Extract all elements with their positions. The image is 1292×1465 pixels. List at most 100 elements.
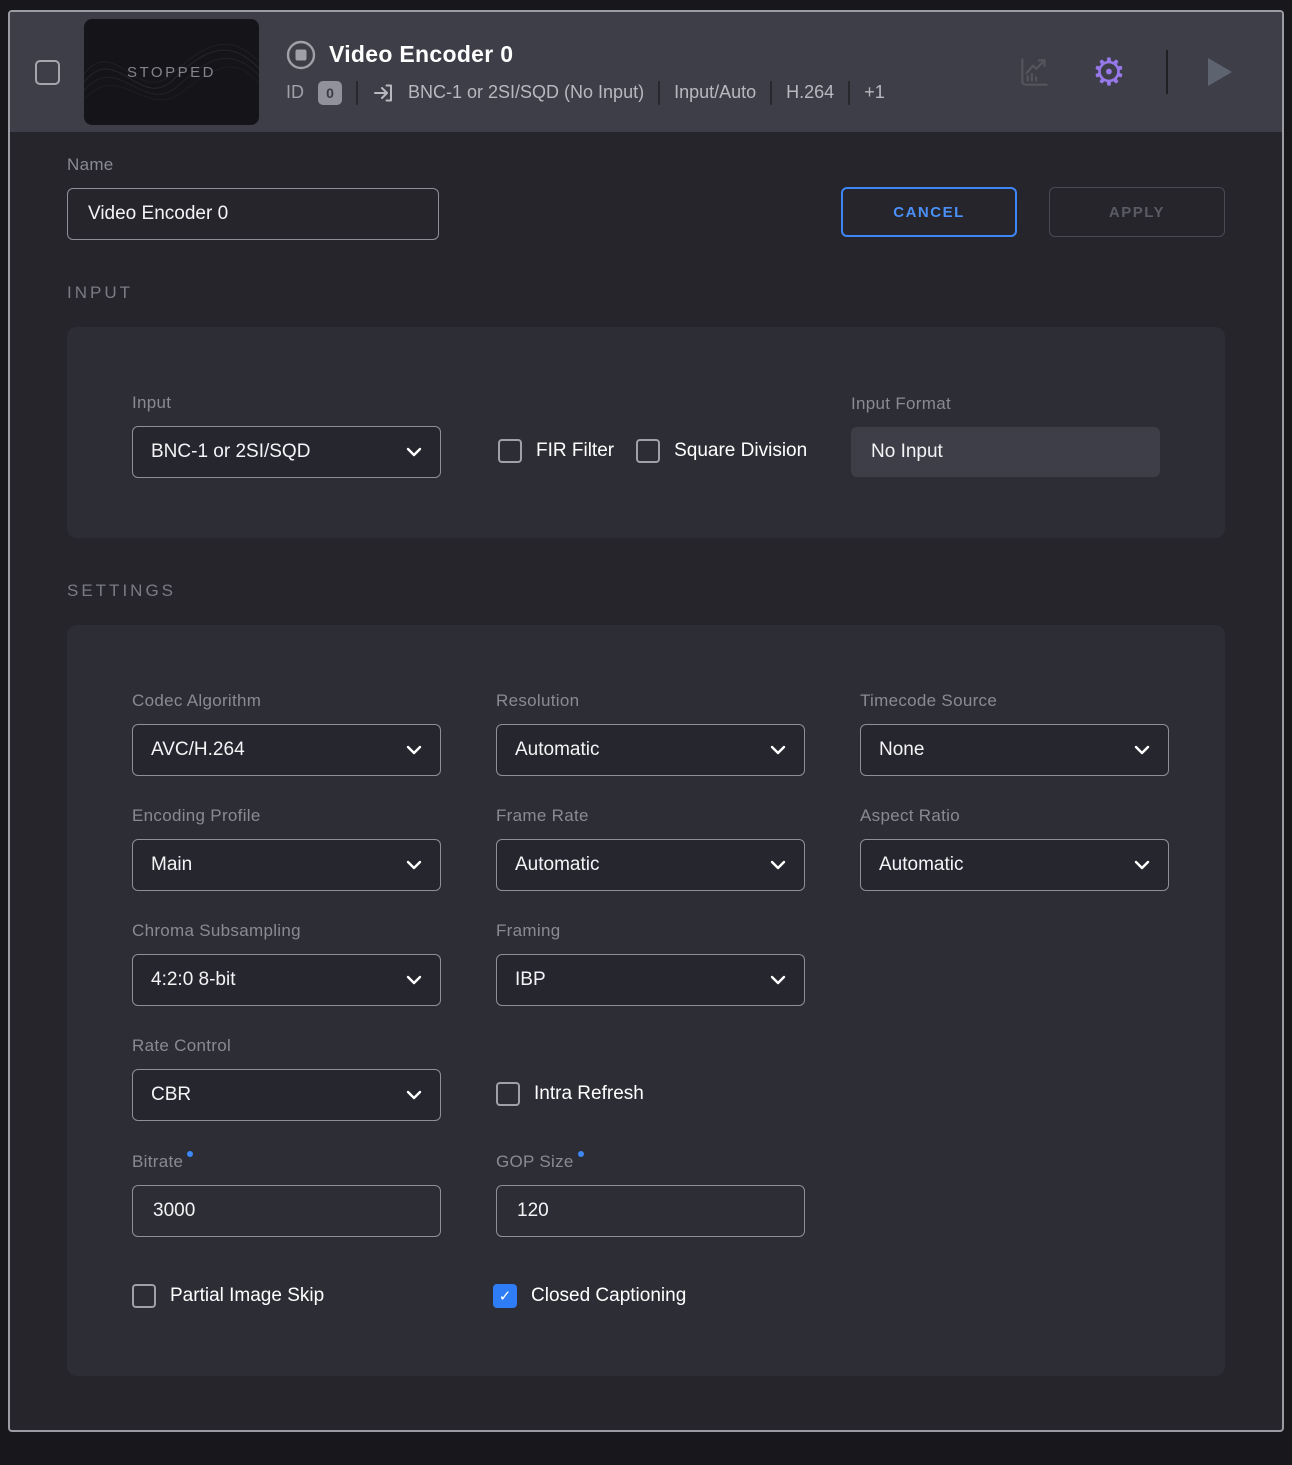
header-info: Video Encoder 0 ID 0 BNC-1 or 2SI/SQD (N… bbox=[286, 40, 885, 105]
select-encoder-checkbox[interactable] bbox=[35, 60, 60, 85]
header-actions: ⚙ bbox=[1016, 50, 1232, 94]
id-badge: 0 bbox=[318, 81, 342, 105]
closed-captioning-checkbox[interactable]: ✓ Closed Captioning bbox=[493, 1284, 799, 1308]
codec-algorithm-select[interactable]: AVC/H.264 bbox=[132, 724, 441, 776]
timecode-source-field: Timecode Source None bbox=[860, 691, 1169, 776]
fir-filter-checkbox-box[interactable]: ✓ bbox=[498, 439, 522, 463]
name-field: Name bbox=[67, 155, 439, 240]
chevron-down-icon bbox=[1134, 745, 1150, 755]
chevron-down-icon bbox=[406, 745, 422, 755]
input-source-icon bbox=[372, 82, 394, 104]
resolution-select[interactable]: Automatic bbox=[496, 724, 805, 776]
actions-divider bbox=[1166, 50, 1168, 94]
chevron-down-icon bbox=[406, 860, 422, 870]
frame-rate-value: Automatic bbox=[515, 854, 599, 876]
status-badge: STOPPED bbox=[127, 64, 216, 81]
partial-image-skip-label: Partial Image Skip bbox=[170, 1285, 324, 1307]
gop-size-label-text: GOP Size bbox=[496, 1152, 574, 1171]
rate-control-select[interactable]: CBR bbox=[132, 1069, 441, 1121]
rate-control-field: Rate Control CBR bbox=[132, 1036, 441, 1121]
settings-section-title: SETTINGS bbox=[67, 581, 1225, 601]
encoding-profile-value: Main bbox=[151, 854, 192, 876]
fir-filter-checkbox[interactable]: ✓ FIR Filter bbox=[498, 439, 614, 463]
partial-image-skip-checkbox-box[interactable]: ✓ bbox=[132, 1284, 156, 1308]
page: STOPPED Video Encoder 0 ID 0 bbox=[0, 0, 1292, 1465]
start-encoder-play-button[interactable] bbox=[1208, 58, 1232, 86]
frame-rate-field: Frame Rate Automatic bbox=[496, 806, 805, 891]
encoder-card: STOPPED Video Encoder 0 ID 0 bbox=[8, 10, 1284, 1432]
meta-divider bbox=[848, 81, 850, 105]
id-label: ID bbox=[286, 82, 304, 103]
input-select-value: BNC-1 or 2SI/SQD bbox=[151, 441, 310, 463]
rate-control-label: Rate Control bbox=[132, 1036, 441, 1056]
codec-algorithm-value: AVC/H.264 bbox=[151, 739, 245, 761]
framing-value: IBP bbox=[515, 969, 546, 991]
input-label: Input bbox=[132, 393, 441, 413]
gop-size-label: GOP Size bbox=[496, 1151, 805, 1172]
codec-algorithm-label: Codec Algorithm bbox=[132, 691, 441, 711]
frame-rate-select[interactable]: Automatic bbox=[496, 839, 805, 891]
framing-select[interactable]: IBP bbox=[496, 954, 805, 1006]
meta-divider bbox=[356, 81, 358, 105]
gop-size-input[interactable] bbox=[496, 1185, 805, 1237]
intra-refresh-checkbox-box[interactable]: ✓ bbox=[496, 1082, 520, 1106]
preview-thumbnail: STOPPED bbox=[84, 19, 259, 125]
bitrate-field: Bitrate bbox=[132, 1151, 441, 1237]
encoder-title: Video Encoder 0 bbox=[329, 41, 513, 68]
aspect-ratio-value: Automatic bbox=[879, 854, 963, 876]
timecode-source-label: Timecode Source bbox=[860, 691, 1169, 711]
encoder-meta: ID 0 BNC-1 or 2SI/SQD (No Input) Input/A… bbox=[286, 81, 885, 105]
closed-captioning-checkbox-box[interactable]: ✓ bbox=[493, 1284, 517, 1308]
chevron-down-icon bbox=[770, 745, 786, 755]
codec-algorithm-field: Codec Algorithm AVC/H.264 bbox=[132, 691, 441, 776]
chevron-down-icon bbox=[770, 860, 786, 870]
apply-button[interactable]: APPLY bbox=[1049, 187, 1225, 237]
chevron-down-icon bbox=[1134, 860, 1150, 870]
timecode-source-value: None bbox=[879, 739, 924, 761]
input-format-label: Input Format bbox=[851, 394, 1160, 414]
closed-captioning-label: Closed Captioning bbox=[531, 1285, 686, 1307]
bitrate-label-text: Bitrate bbox=[132, 1152, 183, 1171]
square-division-checkbox[interactable]: ✓ Square Division bbox=[636, 439, 807, 463]
intra-refresh-checkbox[interactable]: ✓ Intra Refresh bbox=[496, 1082, 801, 1106]
input-field: Input BNC-1 or 2SI/SQD bbox=[132, 393, 441, 478]
chroma-subsampling-select[interactable]: 4:2:0 8-bit bbox=[132, 954, 441, 1006]
aspect-ratio-field: Aspect Ratio Automatic bbox=[860, 806, 1169, 891]
check-icon: ✓ bbox=[499, 1287, 512, 1305]
rate-control-value: CBR bbox=[151, 1084, 191, 1106]
meta-more-count: +1 bbox=[864, 82, 885, 103]
aspect-ratio-select[interactable]: Automatic bbox=[860, 839, 1169, 891]
frame-rate-label: Frame Rate bbox=[496, 806, 805, 826]
resolution-field: Resolution Automatic bbox=[496, 691, 805, 776]
meta-codec: H.264 bbox=[786, 82, 834, 103]
name-input[interactable] bbox=[67, 188, 439, 240]
required-indicator bbox=[578, 1151, 584, 1157]
gop-size-field: GOP Size bbox=[496, 1151, 805, 1237]
input-select[interactable]: BNC-1 or 2SI/SQD bbox=[132, 426, 441, 478]
chevron-down-icon bbox=[770, 975, 786, 985]
chevron-down-icon bbox=[406, 447, 422, 457]
fir-filter-label: FIR Filter bbox=[536, 440, 614, 462]
resolution-value: Automatic bbox=[515, 739, 599, 761]
chevron-down-icon bbox=[406, 975, 422, 985]
meta-input-source: BNC-1 or 2SI/SQD (No Input) bbox=[408, 82, 644, 103]
settings-section-panel: Codec Algorithm AVC/H.264 Resolution Aut… bbox=[67, 625, 1225, 1376]
framing-field: Framing IBP bbox=[496, 921, 805, 1006]
meta-input-mode: Input/Auto bbox=[674, 82, 756, 103]
stopped-state-icon bbox=[286, 40, 316, 70]
encoding-profile-label: Encoding Profile bbox=[132, 806, 441, 826]
partial-image-skip-checkbox[interactable]: ✓ Partial Image Skip bbox=[132, 1284, 438, 1308]
encoding-profile-field: Encoding Profile Main bbox=[132, 806, 441, 891]
encoding-profile-select[interactable]: Main bbox=[132, 839, 441, 891]
intra-refresh-label: Intra Refresh bbox=[534, 1083, 644, 1105]
statistics-chart-icon[interactable] bbox=[1016, 54, 1052, 90]
timecode-source-select[interactable]: None bbox=[860, 724, 1169, 776]
chroma-subsampling-field: Chroma Subsampling 4:2:0 8-bit bbox=[132, 921, 441, 1006]
square-division-checkbox-box[interactable]: ✓ bbox=[636, 439, 660, 463]
cancel-button[interactable]: CANCEL bbox=[841, 187, 1017, 237]
chevron-down-icon bbox=[406, 1090, 422, 1100]
bitrate-input[interactable] bbox=[132, 1185, 441, 1237]
meta-divider bbox=[770, 81, 772, 105]
bitrate-label: Bitrate bbox=[132, 1151, 441, 1172]
settings-gear-icon[interactable]: ⚙ bbox=[1092, 55, 1126, 89]
